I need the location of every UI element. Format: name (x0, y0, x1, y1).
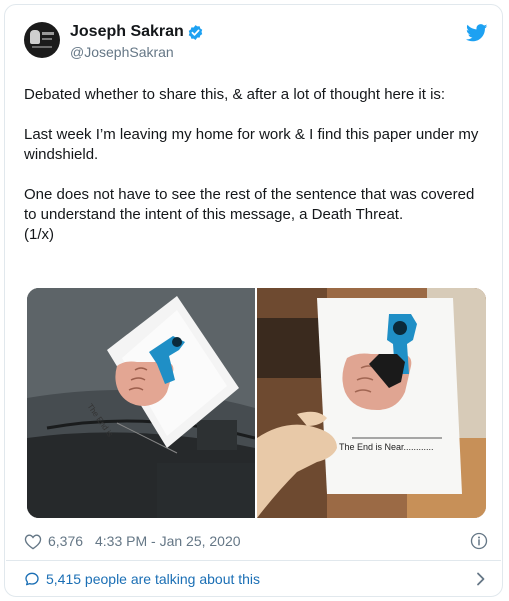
paper-caption: The End is Near............ (339, 442, 434, 452)
tweet-header: Joseph Sakran @JosephSakran (24, 22, 488, 66)
heart-icon[interactable] (24, 533, 42, 550)
tweet-paragraph: (1/x) (24, 226, 54, 243)
author-block: Joseph Sakran @JosephSakran (70, 22, 204, 61)
timestamp[interactable]: 4:33 PM - Jan 25, 2020 (95, 533, 241, 549)
held-paper-photo-graphic: The End is Near............ (257, 288, 486, 518)
tweet-meta: 6,376 4:33 PM - Jan 25, 2020 (24, 531, 488, 553)
user-handle[interactable]: @JosephSakran (70, 43, 204, 61)
tweet-paragraph: Last week I’m leaving my home for work &… (24, 126, 479, 163)
display-name[interactable]: Joseph Sakran (70, 22, 184, 42)
avatar[interactable] (24, 22, 60, 58)
like-count[interactable]: 6,376 (48, 533, 83, 549)
chevron-right-icon[interactable] (476, 572, 486, 586)
photo-windshield[interactable]: The End is (27, 288, 255, 518)
tweet-paragraph: One does not have to see the rest of the… (24, 186, 475, 223)
windshield-photo-graphic: The End is (27, 288, 255, 518)
divider (6, 560, 501, 561)
tweet-paragraph: Debated whether to share this, & after a… (24, 86, 446, 103)
info-icon[interactable] (470, 532, 488, 550)
comment-bubble-icon (25, 572, 39, 586)
tweet-card: Joseph Sakran @JosephSakran Debated whet… (4, 4, 503, 597)
conversation-link[interactable]: 5,415 people are talking about this (24, 570, 488, 590)
verified-badge-icon (188, 24, 203, 40)
twitter-bird-icon[interactable] (466, 24, 488, 42)
talking-label[interactable]: 5,415 people are talking about this (46, 571, 260, 587)
media-grid: The End is The End is Near............ (27, 288, 486, 518)
photo-held-paper[interactable]: The End is Near............ (257, 288, 486, 518)
tweet-text: Debated whether to share this, & after a… (24, 85, 489, 245)
